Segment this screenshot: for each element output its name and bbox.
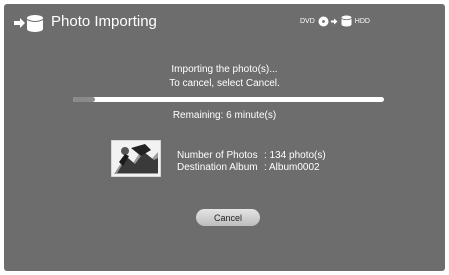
destination-album-row: Destination Album : Album0002: [177, 162, 320, 173]
import-dialog-screen: Photo Importing DVD HDD Importing the ph…: [4, 4, 445, 271]
photo-thumbnail: [111, 140, 161, 177]
import-route: DVD HDD: [300, 14, 370, 28]
drive-icon: [341, 15, 352, 27]
progress-bar: [73, 97, 384, 102]
disc-icon: [318, 16, 329, 26]
page-title: Photo Importing: [51, 13, 157, 30]
status-message: Importing the photo(s)...: [171, 64, 278, 75]
destination-album-label: Destination Album: [177, 162, 258, 173]
cancel-button[interactable]: Cancel: [196, 209, 260, 226]
source-label: DVD: [300, 17, 315, 25]
photo-count-label: Number of Photos: [177, 150, 258, 161]
photo-count-value: : 134 photo(s): [264, 150, 326, 161]
photo-count-row: Number of Photos : 134 photo(s): [177, 150, 326, 161]
destination-album-value: : Album0002: [264, 162, 320, 173]
import-to-drive-icon: [14, 15, 44, 32]
cancel-hint: To cancel, select Cancel.: [169, 78, 280, 89]
destination-label: HDD: [354, 17, 370, 25]
header-bar: Photo Importing DVD HDD: [4, 4, 445, 40]
arrow-icon: [330, 18, 338, 24]
remaining-time: Remaining: 6 minute(s): [172, 110, 277, 121]
progress-fill: [73, 97, 95, 102]
